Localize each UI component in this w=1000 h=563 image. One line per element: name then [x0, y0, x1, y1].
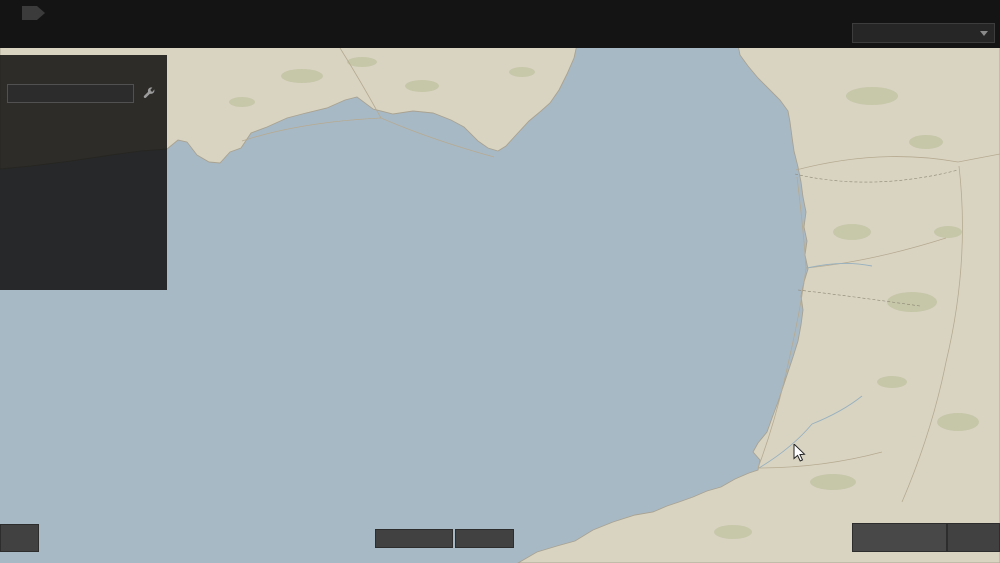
- exit-button[interactable]: [0, 524, 39, 552]
- start-button[interactable]: [947, 523, 1000, 552]
- wrench-icon: [142, 87, 156, 101]
- vehicle-config-button[interactable]: [139, 84, 159, 103]
- chevron-down-icon: [980, 31, 988, 36]
- vehicle-select-input[interactable]: [7, 84, 134, 103]
- top-bar: [0, 0, 1000, 48]
- realism-button[interactable]: [852, 523, 947, 552]
- weather-and-time-button[interactable]: [375, 529, 453, 548]
- map-select[interactable]: [852, 23, 995, 43]
- ground-targets-button[interactable]: [455, 529, 514, 548]
- map-picker: [840, 23, 995, 43]
- main-menu-button[interactable]: [22, 6, 45, 20]
- quick-mission-builder-screen: [0, 0, 1000, 563]
- vehicle-selector-row: [7, 84, 160, 103]
- your-vehicle-panel: [0, 55, 167, 290]
